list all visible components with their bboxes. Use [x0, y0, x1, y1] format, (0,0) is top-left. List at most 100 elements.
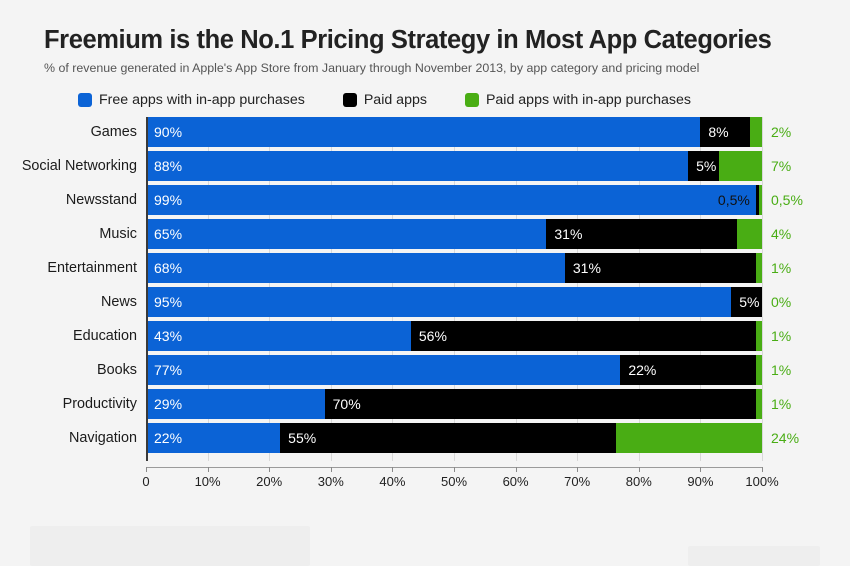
category-label: Entertainment — [47, 259, 137, 276]
bar-segment-paid-iap[interactable] — [718, 151, 762, 182]
bar-segment-free[interactable]: 68% — [146, 253, 565, 284]
bar-segment-free[interactable]: 22% — [146, 423, 281, 454]
bar-track: 90% 8% — [146, 117, 762, 148]
bar-segment-paid-label: 31% — [572, 260, 601, 277]
chart-bars: Games 90% 8% 2% Social Networking 88% 5% 7% News… — [0, 117, 850, 467]
chart-header: Freemium is the No.1 Pricing Strategy in… — [0, 0, 850, 75]
chart-legend: Free apps with in-app purchases Paid apps… — [78, 92, 850, 108]
footer-placeholders — [0, 516, 850, 566]
footer-block-left — [30, 526, 310, 566]
legend-item[interactable]: Paid apps with in-app purchases — [464, 92, 691, 108]
bar-segment-paid-label: 70% — [332, 396, 361, 413]
bar-segment-paid-label: 56% — [418, 328, 447, 345]
x-axis-tick-label: 90% — [687, 474, 714, 490]
bar-row: Education 43% 56% 1% — [0, 321, 850, 352]
bar-segment-paid-iap[interactable] — [615, 423, 762, 454]
bar-segment-paid[interactable]: 5% — [688, 151, 719, 182]
bar-track: 43% 56% — [146, 321, 762, 352]
bar-track: 99% 0,5% — [146, 185, 762, 216]
bar-segment-paid-iap[interactable] — [755, 321, 762, 352]
bar-track: 29% 70% — [146, 389, 762, 420]
bar-segment-paid-iap-label: 24% — [771, 430, 800, 447]
x-axis-tick-label: 10% — [194, 474, 221, 490]
bar-segment-free[interactable]: 99% 0,5% — [146, 185, 756, 216]
x-axis-tick-label: 30% — [317, 474, 344, 490]
legend-item[interactable]: Free apps with in-app purchases — [78, 92, 305, 108]
x-axis-tick-label: 20% — [256, 474, 283, 490]
chart-title: Freemium is the No.1 Pricing Strategy in… — [44, 26, 772, 54]
x-axis-tick-label: 80% — [625, 474, 652, 490]
legend-swatch-paid-iap — [464, 93, 479, 108]
bar-segment-paid[interactable]: 56% — [410, 321, 756, 352]
bar-track: 77% 22% — [146, 355, 762, 386]
bar-segment-paid[interactable]: 22% — [620, 355, 756, 386]
x-axis-tick — [577, 467, 579, 473]
bar-segment-paid-iap[interactable] — [737, 219, 762, 250]
bar-segment-paid-iap-label: 1% — [771, 396, 792, 413]
bar-row: Newsstand 99% 0,5% 0,5% — [0, 185, 850, 216]
bar-row: Music 65% 31% 4% — [0, 219, 850, 250]
bar-segment-paid-iap[interactable] — [755, 253, 762, 284]
bar-segment-paid-label: 22% — [628, 362, 657, 379]
bar-segment-paid[interactable]: 5% — [731, 287, 762, 318]
bar-track: 22% 55% — [146, 423, 762, 454]
x-axis-tick — [515, 467, 517, 473]
bar-segment-free[interactable]: 43% — [146, 321, 411, 352]
bar-segment-paid-iap-label: 2% — [771, 124, 792, 141]
legend-item-label: Paid apps — [363, 92, 427, 109]
bar-track: 65% 31% — [146, 219, 762, 250]
bar-segment-free-label: 77% — [154, 362, 183, 379]
bar-segment-paid-iap[interactable] — [755, 355, 762, 386]
y-axis-line — [146, 117, 148, 462]
x-axis-tick-label: 100% — [745, 474, 779, 490]
x-axis-tick — [700, 467, 702, 473]
bar-segment-paid[interactable]: 70% — [324, 389, 756, 420]
category-label: Newsstand — [65, 191, 137, 208]
bar-segment-paid[interactable]: 31% — [546, 219, 738, 250]
category-label: Education — [72, 327, 137, 344]
bar-segment-paid-label: 55% — [288, 430, 317, 447]
x-axis-tick — [146, 467, 147, 473]
bar-segment-paid-iap-label: 0,5% — [771, 192, 803, 209]
category-label: Productivity — [62, 395, 137, 412]
bar-track: 88% 5% — [146, 151, 762, 182]
bar-segment-free[interactable]: 77% — [146, 355, 621, 386]
x-axis-tick — [454, 467, 455, 473]
bar-segment-paid-label: 8% — [708, 124, 729, 141]
legend-swatch-paid — [342, 93, 357, 108]
bar-segment-paid-iap[interactable] — [749, 117, 762, 148]
bar-segment-paid-iap[interactable] — [755, 389, 762, 420]
x-axis-tick-label: 60% — [502, 474, 529, 490]
bar-segment-paid[interactable]: 31% — [564, 253, 756, 284]
bar-segment-free[interactable]: 29% — [146, 389, 325, 420]
legend-swatch-free — [78, 93, 92, 108]
bar-row: Social Networking 88% 5% 7% — [0, 151, 850, 182]
x-axis-tick-label: 50% — [440, 474, 468, 490]
bar-track: 95% 5% — [146, 287, 762, 318]
bar-segment-free[interactable]: 95% — [146, 287, 732, 318]
bar-segment-paid-iap-label: 1% — [771, 362, 792, 379]
bar-segment-paid-iap-label: 4% — [771, 226, 792, 243]
bar-segment-free-label: 90% — [154, 124, 183, 141]
bar-segment-paid-iap[interactable] — [758, 185, 762, 216]
bar-row: Games 90% 8% 2% — [0, 117, 850, 148]
x-axis-tick — [638, 467, 640, 473]
bar-segment-free[interactable]: 88% — [146, 151, 689, 182]
bar-segment-paid-iap-label: 7% — [771, 158, 792, 175]
bar-segment-paid-iap-label: 1% — [771, 328, 792, 345]
legend-item[interactable]: Paid apps — [342, 92, 427, 109]
bar-track: 68% 31% — [146, 253, 762, 284]
bar-segment-paid-iap-label: 1% — [771, 260, 792, 277]
legend-item-label: Free apps with in-app purchases — [99, 92, 305, 109]
bar-segment-free[interactable]: 65% — [146, 219, 547, 250]
x-axis-tick — [207, 467, 209, 473]
x-axis-tick-label: 70% — [564, 474, 591, 490]
bar-segment-paid[interactable]: 55% — [280, 423, 616, 454]
bar-segment-paid[interactable]: 8% — [700, 117, 750, 148]
chart-subtitle: % of revenue generated in Apple's App St… — [44, 60, 700, 75]
bar-segment-free[interactable]: 90% — [146, 117, 701, 148]
bar-row: Productivity 29% 70% 1% — [0, 389, 850, 420]
x-axis: 0 10% 20% 30% 40% 50% 60% 70% 80% 90% 100% — [142, 467, 779, 495]
category-label: Books — [97, 361, 137, 378]
chart-plot-area: Games 90% 8% 2% Social Networking 88% 5% 7% News… — [0, 117, 850, 467]
